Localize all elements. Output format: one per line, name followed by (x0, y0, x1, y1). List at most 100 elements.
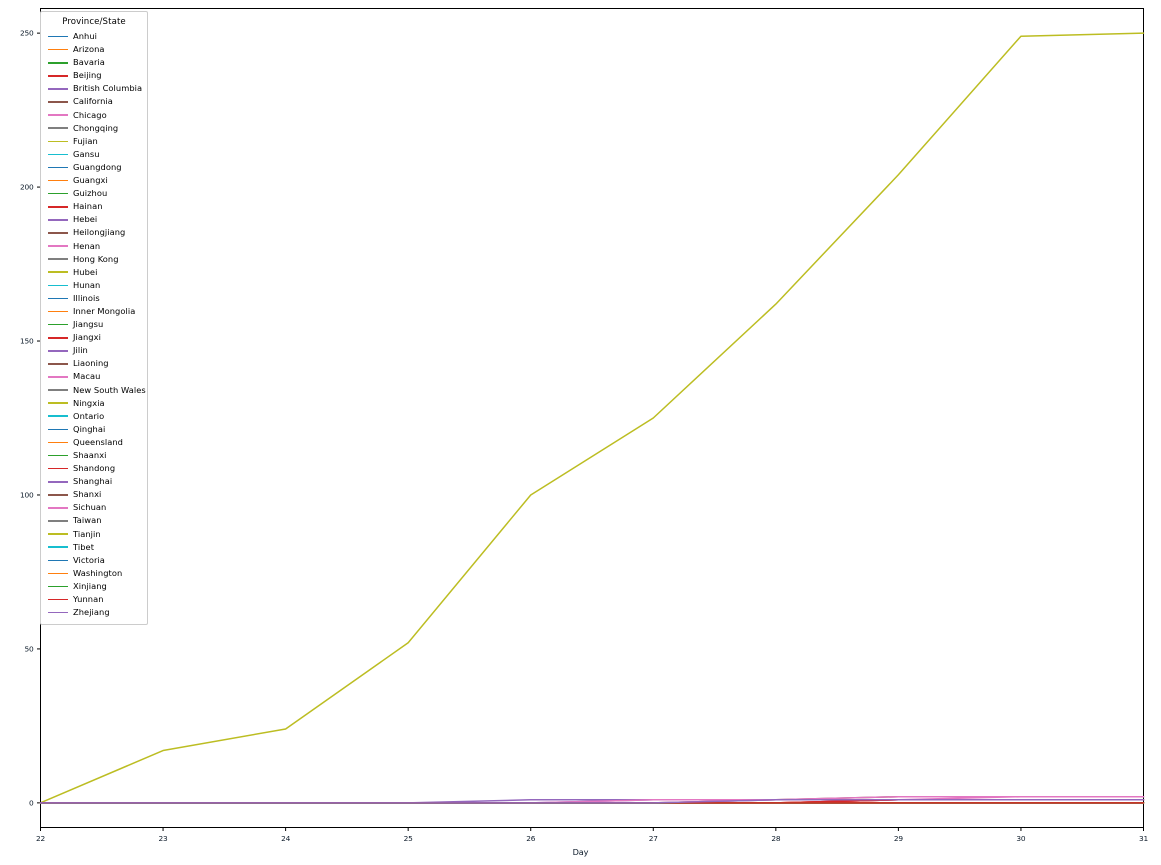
x-tick-label: 25 (403, 833, 413, 843)
legend-item-label: British Columbia (73, 83, 143, 94)
legend-item-label: Shaanxi (73, 450, 107, 460)
y-tick-label: 200 (19, 182, 34, 192)
legend-item-label: Victoria (73, 554, 105, 565)
legend-item[interactable]: Shanghai (48, 475, 140, 488)
legend-color-swatch (48, 554, 70, 567)
legend-item[interactable]: Chongqing (48, 122, 140, 135)
legend-item[interactable]: New South Wales (48, 384, 146, 397)
legend-color-swatch (48, 161, 70, 174)
legend-item[interactable]: Macau (48, 370, 140, 383)
legend-color-swatch (48, 357, 70, 370)
legend-item-label: Jiangxi (73, 332, 101, 343)
legend-item-label: Hainan (73, 201, 103, 212)
legend-item[interactable]: Jiangxi (48, 331, 140, 344)
legend-item[interactable]: Inner Mongolia (48, 305, 140, 318)
legend-item[interactable]: Yunnan (48, 593, 140, 606)
legend-item-label: Hubei (73, 266, 98, 277)
legend-item-label: Illinois (73, 292, 100, 303)
legend-item[interactable]: Fujian (48, 135, 140, 148)
legend-item-label: Hong Kong (73, 253, 119, 264)
legend-item[interactable]: Chicago (48, 109, 140, 122)
legend-color-swatch (48, 305, 70, 318)
legend-color-swatch (48, 266, 70, 279)
legend-item[interactable]: Hong Kong (48, 253, 140, 266)
legend-item[interactable]: Hainan (48, 200, 140, 213)
legend-item[interactable]: Henan (48, 240, 140, 253)
legend-item[interactable]: Zhejiang (48, 606, 140, 619)
legend-item[interactable]: Jilin (48, 344, 140, 357)
legend-color-swatch (48, 606, 70, 619)
x-tick-label: 26 (526, 833, 536, 843)
legend-item[interactable]: Gansu (48, 148, 140, 161)
legend-item-label: Shandong (73, 463, 116, 474)
legend-item[interactable]: Tibet (48, 541, 140, 554)
legend-item[interactable]: Victoria (48, 554, 140, 567)
y-tick-label: 50 (24, 644, 34, 654)
y-tick-label: 250 (19, 28, 34, 38)
legend-item[interactable]: Jiangsu (48, 318, 140, 331)
legend-item[interactable]: California (48, 95, 140, 108)
legend-item-label: Bavaria (73, 57, 105, 68)
legend-color-swatch (48, 122, 70, 135)
legend-item[interactable]: Shandong (48, 462, 140, 475)
legend-item[interactable]: Guangdong (48, 161, 140, 174)
legend-item-label: Liaoning (73, 358, 109, 369)
legend-item[interactable]: Heilongjiang (48, 226, 140, 239)
legend-color-swatch (48, 279, 70, 292)
legend-color-swatch (48, 593, 70, 606)
legend-item[interactable]: Ningxia (48, 397, 140, 410)
legend-item[interactable]: Shaanxi (48, 449, 140, 462)
legend-item[interactable]: Hubei (48, 266, 140, 279)
legend-item-label: Tianjin (73, 528, 101, 539)
legend-color-swatch (48, 449, 70, 462)
legend-item[interactable]: Illinois (48, 292, 140, 305)
legend-item[interactable]: Anhui (48, 30, 140, 43)
legend-item[interactable]: Arizona (48, 43, 140, 56)
legend-item[interactable]: Hunan (48, 279, 140, 292)
legend-item[interactable]: Ontario (48, 410, 140, 423)
legend-item-label: California (73, 96, 113, 107)
legend-item[interactable]: Washington (48, 567, 140, 580)
legend-item-label: Xinjiang (73, 580, 107, 591)
legend-item[interactable]: Xinjiang (48, 580, 140, 593)
legend-item[interactable]: Queensland (48, 436, 140, 449)
legend-color-swatch (48, 69, 70, 82)
x-tick-label: 31 (1138, 833, 1149, 843)
x-tick-label: 29 (893, 833, 903, 843)
chart-legend[interactable]: Province/State Anhui Arizona Bavaria Beijin… (40, 11, 148, 626)
legend-item[interactable]: Taiwan (48, 514, 140, 527)
legend-item[interactable]: Liaoning (48, 357, 140, 370)
legend-item[interactable]: Beijing (48, 69, 140, 82)
legend-item-label: Sichuan (73, 502, 107, 513)
x-tick-label: 24 (281, 833, 291, 843)
legend-item[interactable]: Bavaria (48, 56, 140, 69)
legend-item[interactable]: Qinghai (48, 423, 140, 436)
legend-color-swatch (48, 292, 70, 305)
legend-item[interactable]: Guizhou (48, 187, 140, 200)
legend-item[interactable]: Guangxi (48, 174, 140, 187)
legend-item-label: Hunan (73, 279, 101, 290)
x-axis-tick-marks (40, 827, 1144, 831)
legend-entries: Anhui Arizona Bavaria Beijing British Columb… (48, 30, 146, 619)
y-tick-label: 0 (28, 798, 34, 808)
legend-item-label: Hebei (73, 214, 98, 225)
legend-item[interactable]: Shanxi (48, 488, 140, 501)
legend-item-label: Chongqing (73, 122, 119, 133)
legend-item[interactable]: Hebei (48, 213, 140, 226)
legend-item[interactable]: Tianjin (48, 528, 140, 541)
legend-item-label: Queensland (73, 436, 123, 447)
legend-color-swatch (48, 30, 70, 43)
legend-item-label: Ningxia (73, 397, 105, 408)
legend-item-label: Anhui (73, 31, 98, 41)
legend-item-label: Zhejiang (73, 607, 110, 618)
legend-color-swatch (48, 567, 70, 580)
y-tick-label: 100 (19, 490, 34, 500)
legend-item[interactable]: British Columbia (48, 82, 143, 95)
legend-item[interactable]: Sichuan (48, 501, 140, 514)
legend-color-swatch (48, 514, 70, 527)
legend-item-label: Guangdong (73, 161, 122, 172)
legend-color-swatch (48, 82, 70, 95)
legend-color-swatch (48, 240, 70, 253)
legend-color-swatch (48, 148, 70, 161)
legend-color-swatch (48, 384, 70, 397)
